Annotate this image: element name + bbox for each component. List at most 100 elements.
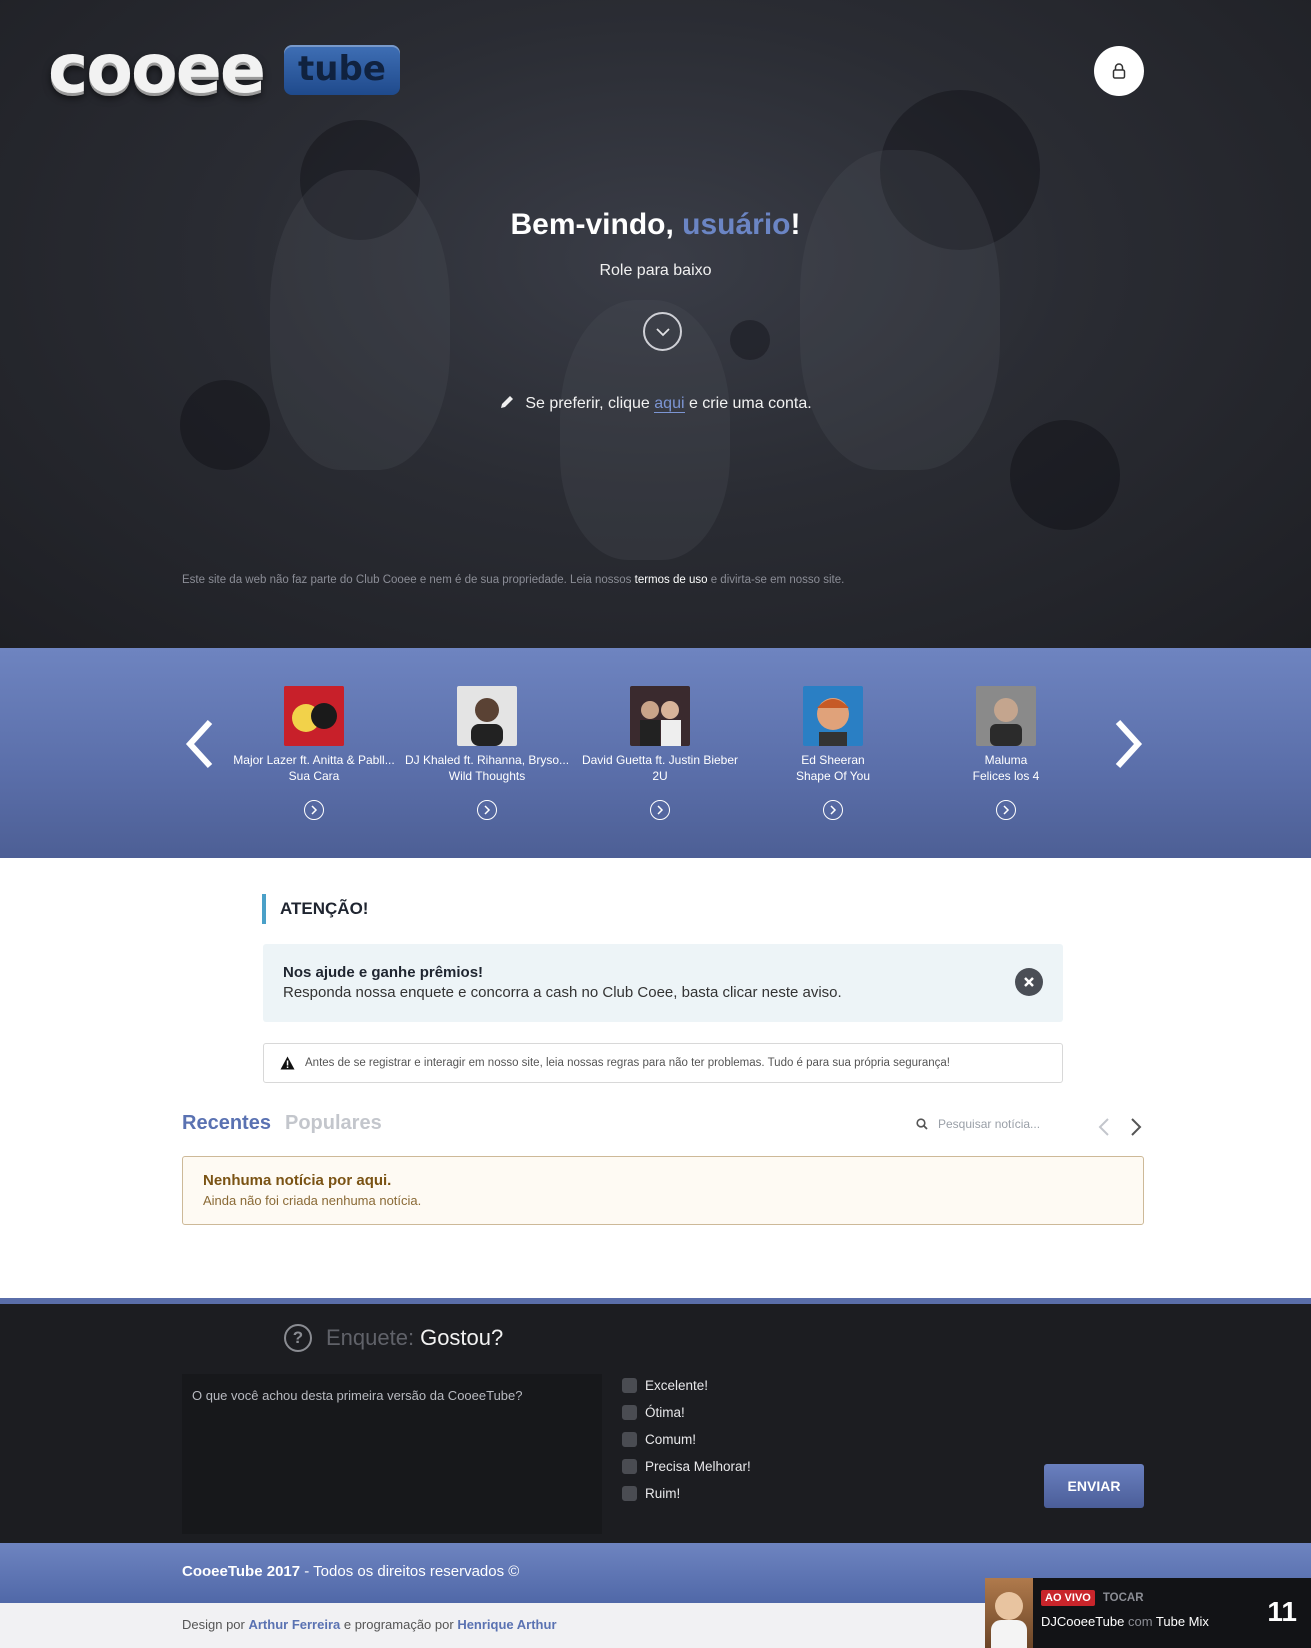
play-track-button[interactable] bbox=[996, 800, 1016, 820]
album-thumb bbox=[803, 686, 863, 746]
create-account-link[interactable]: aqui bbox=[654, 395, 685, 413]
rules-notice[interactable]: Antes de se registrar e interagir em nos… bbox=[263, 1043, 1063, 1083]
site-disclaimer: Este site da web não faz parte do Club C… bbox=[182, 574, 844, 586]
credits-design-prefix: Design por bbox=[182, 1617, 249, 1632]
carousel-next-button[interactable] bbox=[1108, 718, 1148, 770]
empty-news-text: Ainda não foi criada nenhuma notícia. bbox=[203, 1193, 422, 1208]
create-account-prompt: Se preferir, clique aqui e crie uma cont… bbox=[0, 394, 1311, 413]
radio-player[interactable]: AO VIVO TOCAR DJCooeeTube com Tube Mix 1… bbox=[985, 1578, 1311, 1648]
news-next-button[interactable] bbox=[1126, 1116, 1146, 1138]
disclaimer-prefix: Este site da web não faz parte do Club C… bbox=[182, 574, 635, 586]
poll-option-checkbox[interactable] bbox=[622, 1432, 637, 1447]
programmer-link[interactable]: Henrique Arthur bbox=[457, 1617, 556, 1632]
poll-label: Enquete: bbox=[326, 1325, 415, 1350]
carousel-item[interactable]: Maluma Felices los 4 bbox=[920, 686, 1092, 820]
scroll-down-button[interactable] bbox=[643, 312, 682, 351]
poll-option[interactable]: Precisa Melhorar! bbox=[622, 1459, 751, 1474]
welcome-username: usuário bbox=[682, 208, 791, 241]
poll-option[interactable]: Comum! bbox=[622, 1432, 696, 1447]
news-prev-button[interactable] bbox=[1094, 1116, 1114, 1138]
show-name: Tube Mix bbox=[1155, 1614, 1209, 1629]
cta-prefix: Se preferir, clique bbox=[525, 395, 655, 412]
chevron-right-icon bbox=[1115, 719, 1143, 769]
chevron-right-icon bbox=[1131, 1118, 1142, 1136]
chevron-right-icon bbox=[311, 805, 318, 815]
poll-option[interactable]: Excelente! bbox=[622, 1378, 708, 1393]
poll-heading: ? Enquete: Gostou? bbox=[284, 1324, 503, 1352]
chevron-down-icon bbox=[655, 327, 670, 336]
track-artist: Maluma bbox=[984, 753, 1028, 767]
carousel-prev-button[interactable] bbox=[180, 718, 220, 770]
search-icon bbox=[916, 1118, 928, 1130]
close-icon bbox=[1024, 977, 1034, 987]
poll-submit-button[interactable]: ENVIAR bbox=[1044, 1464, 1144, 1508]
play-button[interactable]: TOCAR bbox=[1103, 1592, 1144, 1604]
empty-news-notice: Nenhuma notícia por aqui. Ainda não foi … bbox=[182, 1156, 1144, 1225]
chevron-left-icon bbox=[185, 719, 213, 769]
welcome-suffix: ! bbox=[790, 208, 801, 241]
track-title: 2U bbox=[652, 769, 668, 783]
user-login-button[interactable] bbox=[1094, 46, 1144, 96]
track-title: Shape Of You bbox=[795, 769, 871, 783]
warning-icon bbox=[280, 1056, 295, 1070]
question-mark-icon: ? bbox=[284, 1324, 312, 1352]
track-artist: David Guetta ft. Justin Bieber bbox=[581, 753, 739, 767]
poll-option-checkbox[interactable] bbox=[622, 1378, 637, 1393]
play-track-button[interactable] bbox=[823, 800, 843, 820]
welcome-prefix: Bem-vindo, bbox=[510, 208, 683, 241]
copyright-brand: CooeeTube 2017 bbox=[182, 1563, 301, 1580]
search-news-input[interactable] bbox=[938, 1117, 1048, 1131]
hero-section: cooee tube Bem-vindo, usuário! Role para… bbox=[0, 0, 1311, 648]
chevron-right-icon bbox=[830, 805, 837, 815]
poll-option-checkbox[interactable] bbox=[622, 1405, 637, 1420]
track-artist: Major Lazer ft. Anitta & Pabll... bbox=[233, 753, 395, 767]
tab-popular[interactable]: Populares bbox=[285, 1112, 382, 1135]
poll-option-label: Comum! bbox=[645, 1432, 697, 1447]
player-info: AO VIVO TOCAR DJCooeeTube com Tube Mix bbox=[1041, 1578, 1209, 1648]
empty-news-title: Nenhuma notícia por aqui. bbox=[203, 1172, 392, 1189]
scroll-hint: Role para baixo bbox=[599, 262, 712, 279]
poll-option[interactable]: Ótima! bbox=[622, 1405, 685, 1420]
play-track-button[interactable] bbox=[304, 800, 324, 820]
poll-option-label: Precisa Melhorar! bbox=[645, 1459, 751, 1474]
logo-cooee-text: cooee bbox=[48, 30, 266, 109]
chevron-left-icon bbox=[1098, 1118, 1109, 1136]
news-search bbox=[916, 1117, 1048, 1131]
cooee-tube-logo[interactable]: cooee tube bbox=[48, 30, 400, 109]
chevron-right-icon bbox=[657, 805, 664, 815]
logo-tube-badge: tube bbox=[283, 45, 400, 95]
poll-option-label: Ótima! bbox=[645, 1405, 685, 1420]
carousel-item[interactable]: Major Lazer ft. Anitta & Pabll... Sua Ca… bbox=[228, 686, 400, 820]
poll-option[interactable]: Ruim! bbox=[622, 1486, 680, 1501]
track-title: Wild Thoughts bbox=[448, 769, 526, 783]
tab-recent[interactable]: Recentes bbox=[182, 1112, 271, 1135]
chevron-right-icon bbox=[484, 805, 491, 815]
album-thumb bbox=[976, 686, 1036, 746]
designer-link[interactable]: Arthur Ferreira bbox=[248, 1617, 340, 1632]
play-track-button[interactable] bbox=[477, 800, 497, 820]
poll-question: O que você achou desta primeira versão d… bbox=[182, 1374, 602, 1534]
terms-of-use-link[interactable]: termos de uso bbox=[635, 574, 708, 586]
album-thumb bbox=[630, 686, 690, 746]
poll-option-checkbox[interactable] bbox=[622, 1486, 637, 1501]
poll-option-label: Ruim! bbox=[645, 1486, 681, 1501]
play-track-button[interactable] bbox=[650, 800, 670, 820]
carousel-item[interactable]: DJ Khaled ft. Rihanna, Bryso... Wild Tho… bbox=[401, 686, 573, 820]
dj-with: com bbox=[1124, 1614, 1156, 1629]
live-badge: AO VIVO bbox=[1041, 1590, 1095, 1606]
alert-close-button[interactable] bbox=[1015, 968, 1043, 996]
rules-text: Antes de se registrar e interagir em nos… bbox=[305, 1057, 950, 1069]
album-thumb bbox=[284, 686, 344, 746]
carousel-item[interactable]: David Guetta ft. Justin Bieber 2U bbox=[574, 686, 746, 820]
credits-prog-prefix: e programação por bbox=[340, 1617, 458, 1632]
track-artist: Ed Sheeran bbox=[801, 753, 865, 767]
alert-text: Responda nossa enquete e concorra a cash… bbox=[283, 984, 842, 1001]
dj-avatar bbox=[985, 1578, 1033, 1648]
alert-title: Nos ajude e ganhe prêmios! bbox=[283, 964, 484, 981]
welcome-heading: Bem-vindo, usuário! bbox=[0, 208, 1311, 242]
carousel-item[interactable]: Ed Sheeran Shape Of You bbox=[747, 686, 919, 820]
copyright-rights: - Todos os direitos reservados © bbox=[300, 1563, 520, 1580]
listener-count: 11 bbox=[1267, 1596, 1297, 1627]
poll-option-checkbox[interactable] bbox=[622, 1459, 637, 1474]
poll-reward-alert[interactable]: Nos ajude e ganhe prêmios! Responda noss… bbox=[263, 944, 1063, 1022]
